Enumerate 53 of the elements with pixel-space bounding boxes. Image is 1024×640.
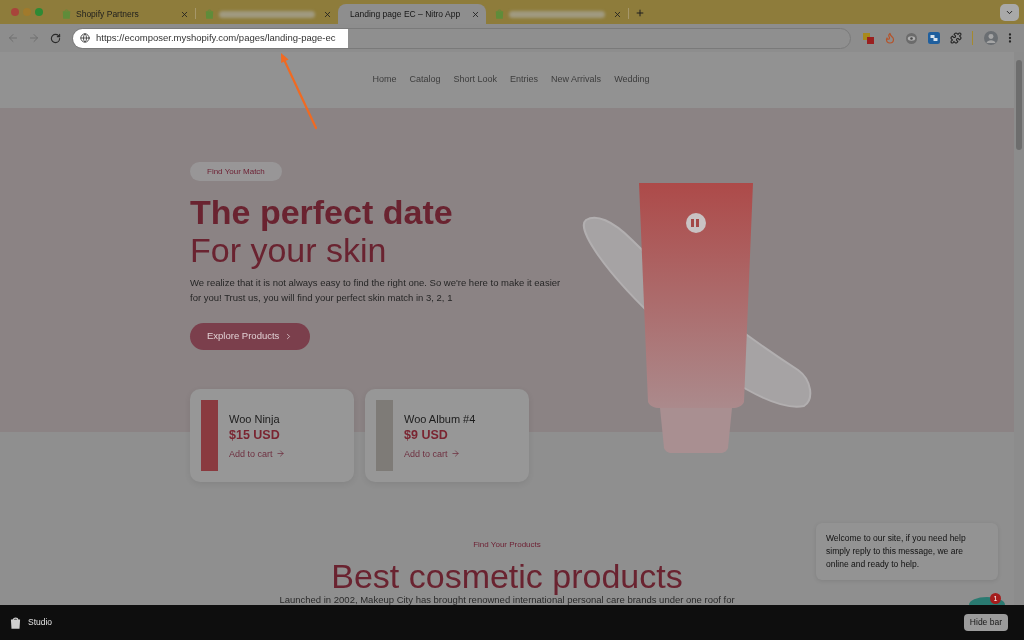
product-price: $15 USD [229, 426, 280, 443]
product-name: Woo Album #4 [404, 411, 476, 426]
studio-label: Studio [28, 616, 53, 629]
section-description: Launched in 2002, Makeup City has brought renowned international personal care brands under one roof for [279, 594, 735, 605]
reload-icon[interactable] [49, 32, 61, 44]
new-tab-icon[interactable] [635, 8, 645, 18]
avatar-icon[interactable] [984, 31, 998, 45]
extensions-icon[interactable] [950, 32, 962, 44]
nav-link[interactable]: Catalog [409, 73, 441, 87]
product-name: Woo Ninja [229, 411, 280, 426]
eye-icon[interactable] [906, 32, 918, 44]
product-card[interactable]: Woo Ninja $15 USD Add to cart [190, 389, 354, 482]
photo-placeholder [376, 400, 393, 471]
hero-title: The perfect date [190, 193, 453, 231]
find-your-match-badge: Find Your Match [190, 162, 282, 181]
app-tile-icon[interactable] [928, 32, 941, 44]
add-to-cart-link[interactable]: Add to cart [229, 447, 285, 460]
section-eyebrow: Find Your Products [473, 540, 541, 550]
close-icon[interactable] [180, 9, 189, 19]
forward-icon[interactable] [28, 32, 40, 44]
nav-link[interactable]: Home [372, 73, 397, 87]
arrow-right-icon [275, 449, 285, 458]
tab-list-button[interactable] [1000, 4, 1019, 21]
close-window-icon[interactable] [11, 8, 19, 16]
section-title: Best cosmetic products [331, 558, 683, 594]
explore-products-button[interactable]: Explore Products [190, 323, 311, 350]
browser-tab[interactable]: Landing page EC – Nitro App [338, 4, 486, 24]
chevron-down-icon [1005, 8, 1014, 17]
chat-message-bubble: Welcome to our site, if you need help simply reply to this message, we are online and ready to help. [816, 523, 998, 580]
hide-bar-button[interactable]: Hide bar [963, 614, 1008, 631]
close-icon[interactable] [323, 9, 332, 19]
back-icon[interactable] [7, 32, 19, 44]
address-bar[interactable]: https://ecomposer.myshopify.com/pages/landing-page-ec [71, 27, 852, 49]
browser-tab[interactable]: Shopify Partners [53, 4, 195, 24]
product-price: $9 USD [404, 426, 448, 443]
hero-description: We realize that it is not always easy to find the right one. So we're here to make it easier for you! Trust us, you will find your perfect skin match in 3, 2, 1 [190, 276, 562, 305]
add-to-cart-link[interactable]: Add to cart [404, 447, 460, 460]
close-icon[interactable] [613, 9, 622, 19]
overlapping-squares-icon[interactable] [863, 32, 875, 44]
globe-icon [79, 33, 90, 43]
scrollbar-thumb[interactable] [1016, 60, 1022, 150]
nav-link[interactable]: New Arrivals [551, 73, 602, 87]
shopping-bag-icon [10, 616, 21, 629]
close-icon[interactable] [471, 9, 480, 19]
nav-link[interactable]: Wedding [614, 73, 650, 87]
flame-icon[interactable] [884, 32, 897, 44]
url-text: https://ecomposer.myshopify.com/pages/landing-page-ec [95, 30, 336, 45]
photo-placeholder [201, 400, 218, 471]
hero-subtitle: For your skin [190, 231, 387, 269]
nav-link[interactable]: Short Look [453, 73, 498, 87]
product-card[interactable]: Woo Album #4 $9 USD Add to cart [365, 389, 529, 482]
arrow-right-icon [450, 449, 460, 458]
nav-link[interactable]: Entries [510, 73, 539, 87]
